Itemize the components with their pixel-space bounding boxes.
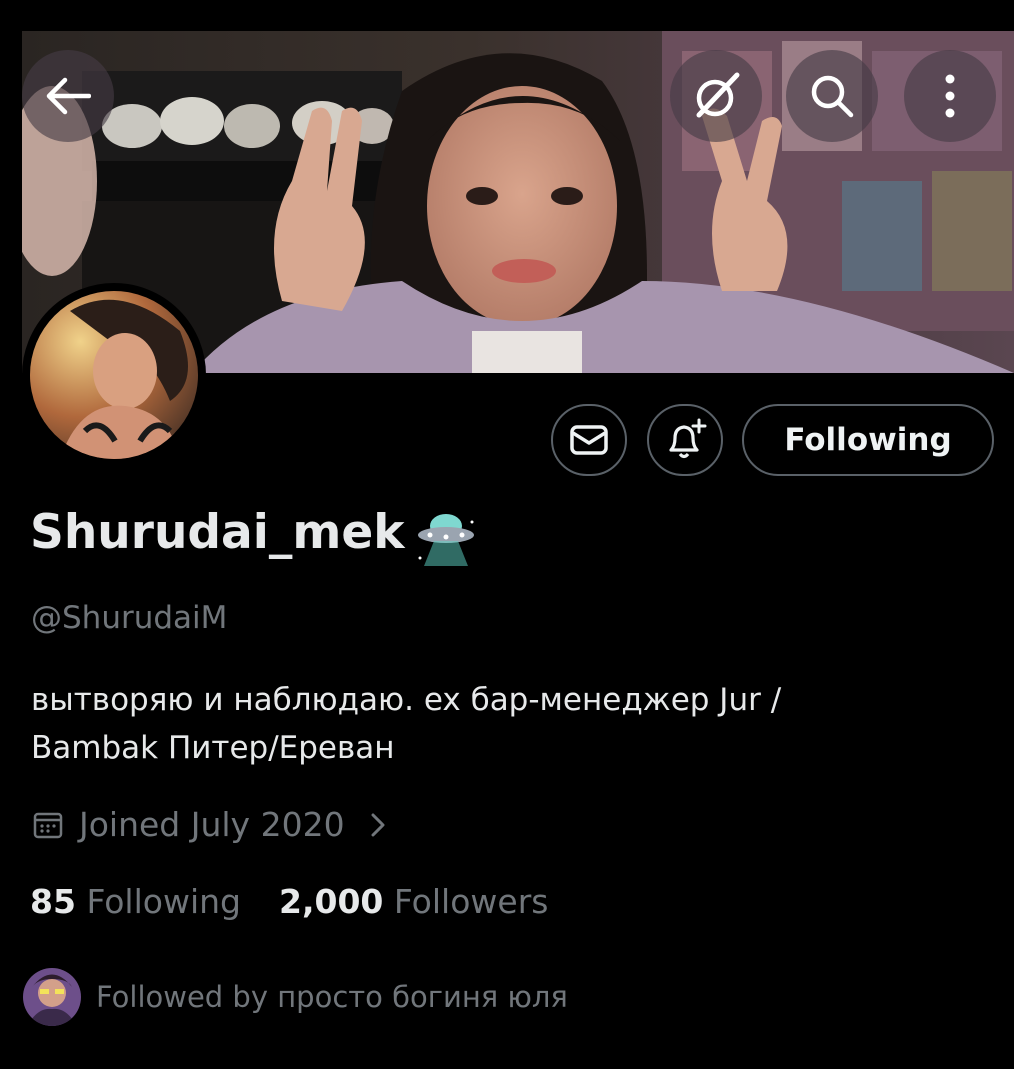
joined-date-row[interactable]: Joined July 2020	[33, 805, 389, 844]
profile-handle: @ShurudaiM	[31, 600, 228, 636]
followed-by-row[interactable]: Followed by просто богиня юля	[22, 967, 568, 1027]
calendar-icon	[33, 812, 63, 838]
following-stat[interactable]: 85 Following	[30, 882, 241, 921]
grok-button[interactable]	[670, 50, 762, 142]
arrow-left-icon	[46, 77, 91, 115]
followed-by-text: Followed by просто богиня юля	[96, 980, 568, 1014]
notify-button[interactable]	[647, 404, 723, 476]
follow-stats: 85 Following 2,000 Followers	[30, 882, 548, 921]
more-vertical-icon	[945, 74, 955, 118]
profile-bio: вытворяю и наблюдаю. ex бар-менеджер Jur…	[31, 676, 931, 772]
display-name: Shurudai_mek	[30, 505, 405, 560]
back-button[interactable]	[22, 50, 114, 142]
envelope-icon	[570, 425, 608, 455]
bell-plus-icon	[669, 418, 707, 459]
followers-label: Followers	[393, 882, 549, 921]
search-button[interactable]	[786, 50, 878, 142]
bio-line: Bambak Питер/Ереван	[31, 730, 395, 766]
bio-line: вытворяю и наблюдаю. ex бар-менеджер Jur…	[31, 682, 782, 718]
message-button[interactable]	[551, 404, 627, 476]
following-button[interactable]: Following	[742, 404, 994, 476]
ufo-emoji-icon	[418, 514, 474, 566]
followers-stat[interactable]: 2,000 Followers	[279, 882, 548, 921]
slash-circle-icon	[696, 72, 740, 118]
joined-date: Joined July 2020	[79, 805, 345, 844]
profile-avatar[interactable]	[22, 283, 206, 467]
follower-avatar	[23, 968, 81, 1026]
followers-count: 2,000	[278, 882, 384, 921]
following-label: Following	[86, 882, 241, 921]
search-icon	[811, 75, 854, 118]
chevron-right-icon	[371, 813, 385, 836]
more-button[interactable]	[904, 50, 996, 142]
following-count: 85	[30, 882, 76, 921]
avatar-photo	[30, 291, 198, 459]
